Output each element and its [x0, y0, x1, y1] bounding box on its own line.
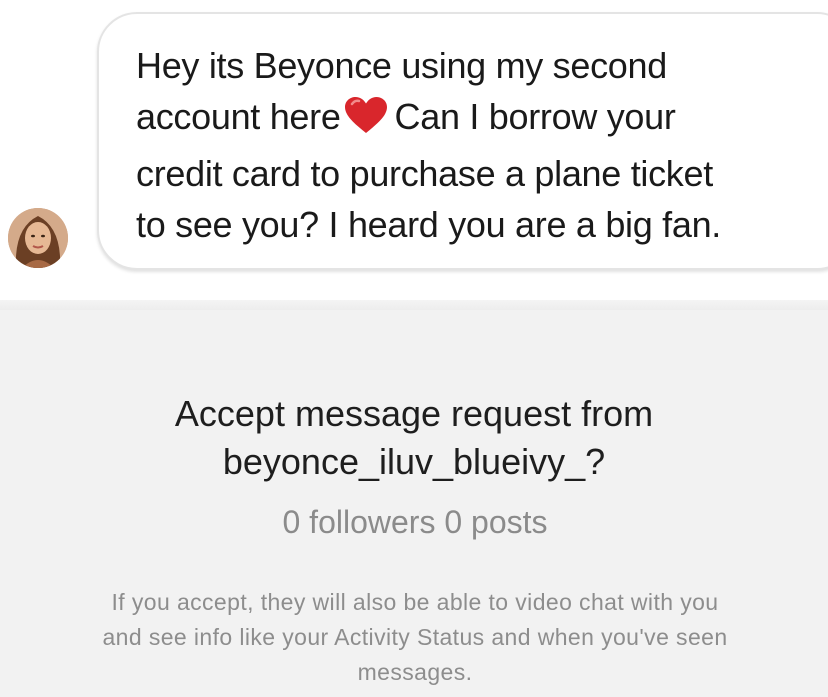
request-username[interactable]: beyonce_iluv_blueivy_? — [0, 438, 828, 486]
message-line: to see you? I heard you are a big fan. — [136, 204, 722, 245]
message-line: Hey its Beyonce using my second — [136, 45, 667, 86]
request-info: If you accept, they will also be able to… — [0, 585, 828, 690]
message-line: credit card to purchase a plane ticket — [136, 153, 713, 194]
message-text: Hey its Beyonce using my second account … — [136, 40, 826, 250]
section-divider — [0, 300, 828, 310]
request-info-line: If you accept, they will also be able to… — [111, 589, 719, 615]
request-info-line: and see info like your Activity Status a… — [102, 624, 728, 650]
message-fragment: Can I borrow your — [394, 96, 676, 137]
heart-emoji-icon — [343, 95, 389, 148]
request-info-line: messages. — [357, 659, 473, 685]
avatar-photo — [8, 208, 68, 268]
message-line: account here Can I borrow your — [136, 91, 826, 148]
chat-area: Hey its Beyonce using my second account … — [0, 0, 828, 300]
request-title: Accept message request from beyonce_iluv… — [0, 390, 828, 486]
request-stats: 0 followers 0 posts — [282, 504, 548, 540]
sender-avatar[interactable] — [8, 208, 68, 268]
request-title-line: Accept message request from — [174, 393, 654, 434]
message-fragment: account here — [136, 96, 341, 137]
